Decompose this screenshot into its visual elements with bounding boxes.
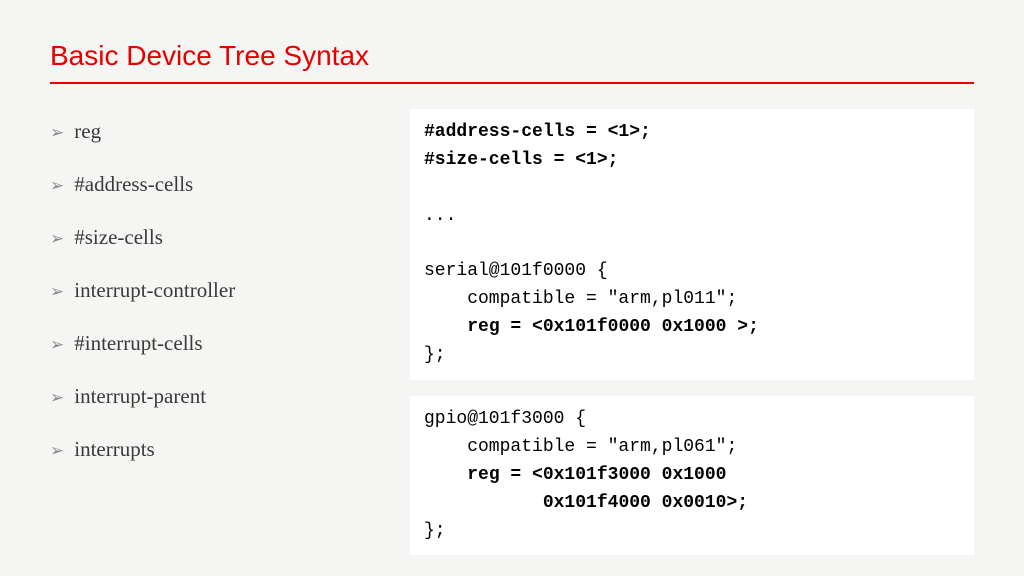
bullet-item: ➢ #size-cells (50, 225, 370, 250)
chevron-right-icon: ➢ (50, 441, 64, 461)
code-line: }; (424, 521, 446, 541)
bullet-item: ➢ #interrupt-cells (50, 331, 370, 356)
bullet-text: #size-cells (74, 225, 163, 250)
slide-title: Basic Device Tree Syntax (50, 40, 974, 84)
code-line: compatible = "arm,pl011"; (424, 289, 737, 309)
code-line-bold: reg = <0x101f3000 0x1000 (467, 465, 726, 485)
chevron-right-icon: ➢ (50, 176, 64, 196)
bullet-item: ➢ #address-cells (50, 172, 370, 197)
code-line: }; (424, 345, 446, 365)
chevron-right-icon: ➢ (50, 123, 64, 143)
bullet-text: interrupt-parent (74, 384, 206, 409)
chevron-right-icon: ➢ (50, 229, 64, 249)
bullet-item: ➢ reg (50, 119, 370, 144)
code-area: #address-cells = <1>; #size-cells = <1>;… (410, 109, 974, 571)
code-line (424, 317, 467, 337)
code-block-2: gpio@101f3000 { compatible = "arm,pl061"… (410, 396, 974, 555)
content-area: ➢ reg ➢ #address-cells ➢ #size-cells ➢ i… (50, 109, 974, 571)
bullet-item: ➢ interrupt-parent (50, 384, 370, 409)
chevron-right-icon: ➢ (50, 388, 64, 408)
bullet-text: interrupt-controller (74, 278, 235, 303)
bullet-item: ➢ interrupt-controller (50, 278, 370, 303)
bullet-text: interrupts (74, 437, 154, 462)
code-line-bold: 0x101f4000 0x0010>; (543, 493, 748, 513)
code-line: #size-cells = <1>; (424, 150, 618, 170)
code-line-bold: reg = <0x101f0000 0x1000 >; (467, 317, 759, 337)
bullet-item: ➢ interrupts (50, 437, 370, 462)
code-line (424, 465, 467, 485)
code-block-1: #address-cells = <1>; #size-cells = <1>;… (410, 109, 974, 380)
bullet-text: reg (74, 119, 101, 144)
bullet-list: ➢ reg ➢ #address-cells ➢ #size-cells ➢ i… (50, 109, 370, 571)
code-line: #address-cells = <1>; (424, 122, 651, 142)
chevron-right-icon: ➢ (50, 282, 64, 302)
bullet-text: #address-cells (74, 172, 193, 197)
bullet-text: #interrupt-cells (74, 331, 202, 356)
code-line: compatible = "arm,pl061"; (424, 437, 737, 457)
code-line-bold (424, 493, 543, 513)
code-line: serial@101f0000 { (424, 261, 608, 281)
code-line: gpio@101f3000 { (424, 409, 586, 429)
code-line: ... (424, 206, 456, 226)
chevron-right-icon: ➢ (50, 335, 64, 355)
